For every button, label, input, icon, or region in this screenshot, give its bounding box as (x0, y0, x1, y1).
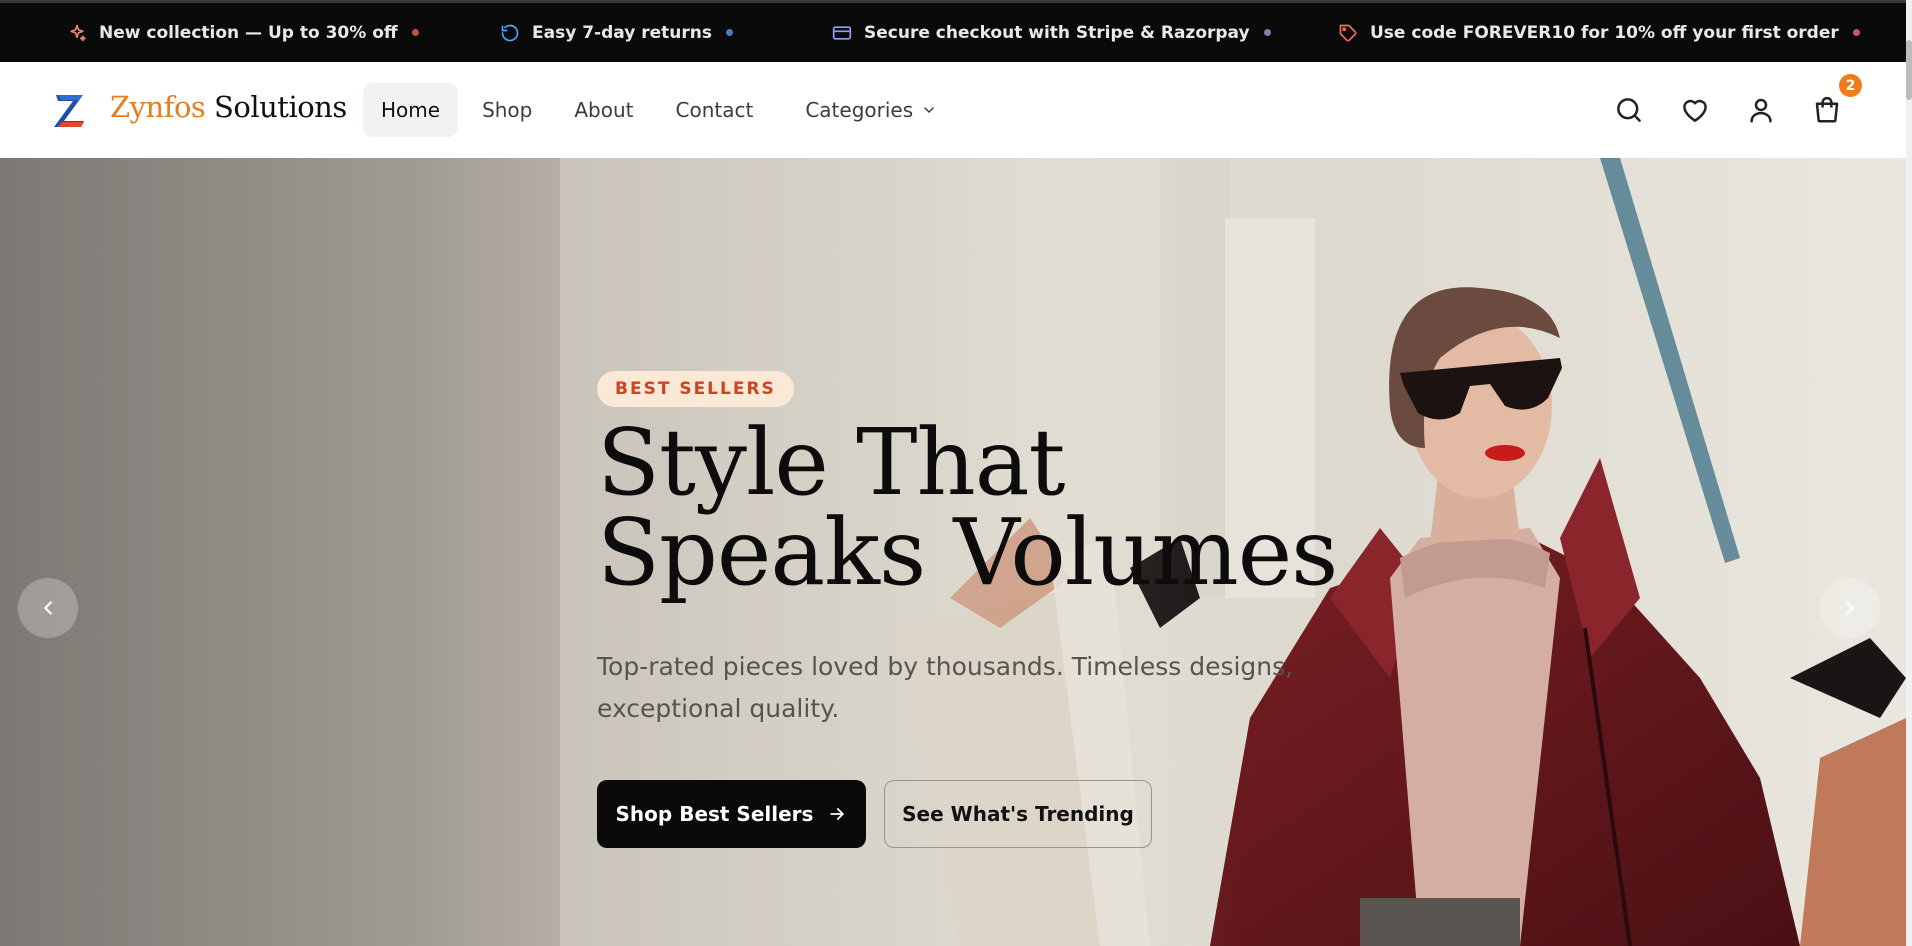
separator-dot (1263, 29, 1271, 36)
nav-item-categories-label: Categories (805, 98, 914, 122)
announcement-item: Use code FOREVER10 for 10% off your firs… (1338, 3, 1860, 62)
announcement-item: Secure checkout with Stripe & Razorpay (832, 3, 1271, 62)
sparkle-icon (67, 22, 89, 44)
scrollbar-thumb[interactable] (1906, 40, 1912, 100)
hero-title: Style That Speaks Volumes (597, 409, 1417, 606)
shopping-bag-icon[interactable] (1812, 95, 1842, 125)
hero-title-line1: Style That (597, 409, 1066, 516)
hero-subtitle: Top-rated pieces loved by thousands. Tim… (597, 652, 1294, 723)
announcement-item: Easy 7-day returns (500, 3, 733, 62)
announcement-text: Secure checkout with Stripe & Razorpay (864, 22, 1250, 43)
separator-dot (1852, 29, 1860, 36)
brand-logo-icon[interactable] (52, 90, 88, 130)
nav-item-shop[interactable]: Shop (464, 83, 550, 137)
cart-count-badge: 2 (1839, 74, 1862, 97)
main-nav: Home Shop About Contact Categories (363, 83, 961, 137)
hero-title-line2: Speaks Volumes (597, 499, 1338, 606)
carousel-prev-button[interactable] (18, 578, 78, 638)
heart-icon[interactable] (1680, 95, 1710, 125)
nav-item-about[interactable]: About (556, 83, 651, 137)
nav-item-categories[interactable]: Categories (787, 83, 955, 137)
separator-dot (725, 29, 733, 36)
hero-badge: BEST SELLERS (597, 371, 794, 407)
shop-best-sellers-label: Shop Best Sellers (615, 802, 814, 826)
hero-banner: BEST SELLERS Style That Speaks Volumes T… (0, 158, 1906, 946)
scrollbar-track[interactable] (1906, 0, 1912, 946)
announcement-bar: New collection — Up to 30% off Easy 7-da… (0, 0, 1906, 62)
credit-card-icon (832, 22, 854, 44)
chevron-right-icon (1846, 601, 1854, 615)
shop-best-sellers-button[interactable]: Shop Best Sellers (597, 780, 866, 848)
arrow-right-icon (827, 804, 847, 824)
announcement-text: New collection — Up to 30% off (99, 22, 398, 43)
brand-name[interactable]: Zynfos Solutions (110, 90, 347, 124)
search-icon[interactable] (1614, 95, 1644, 125)
user-icon[interactable] (1746, 95, 1776, 125)
brand-name-part2: Solutions (214, 90, 347, 124)
tag-icon (1338, 22, 1360, 44)
carousel-next-button[interactable] (1820, 578, 1880, 638)
nav-item-home[interactable]: Home (363, 83, 459, 137)
announcement-text: Easy 7-day returns (532, 22, 712, 43)
nav-item-contact[interactable]: Contact (658, 83, 772, 137)
refresh-icon (500, 22, 522, 44)
brand-name-part1: Zynfos (110, 90, 206, 124)
announcement-text: Use code FOREVER10 for 10% off your firs… (1370, 22, 1839, 43)
chevron-left-icon (44, 601, 52, 615)
separator-dot (411, 29, 419, 36)
see-trending-button[interactable]: See What's Trending (884, 780, 1152, 848)
announcement-item: New collection — Up to 30% off (67, 3, 419, 62)
chevron-down-icon (921, 102, 937, 118)
site-header: Zynfos Solutions Home Shop About Contact… (0, 62, 1906, 158)
